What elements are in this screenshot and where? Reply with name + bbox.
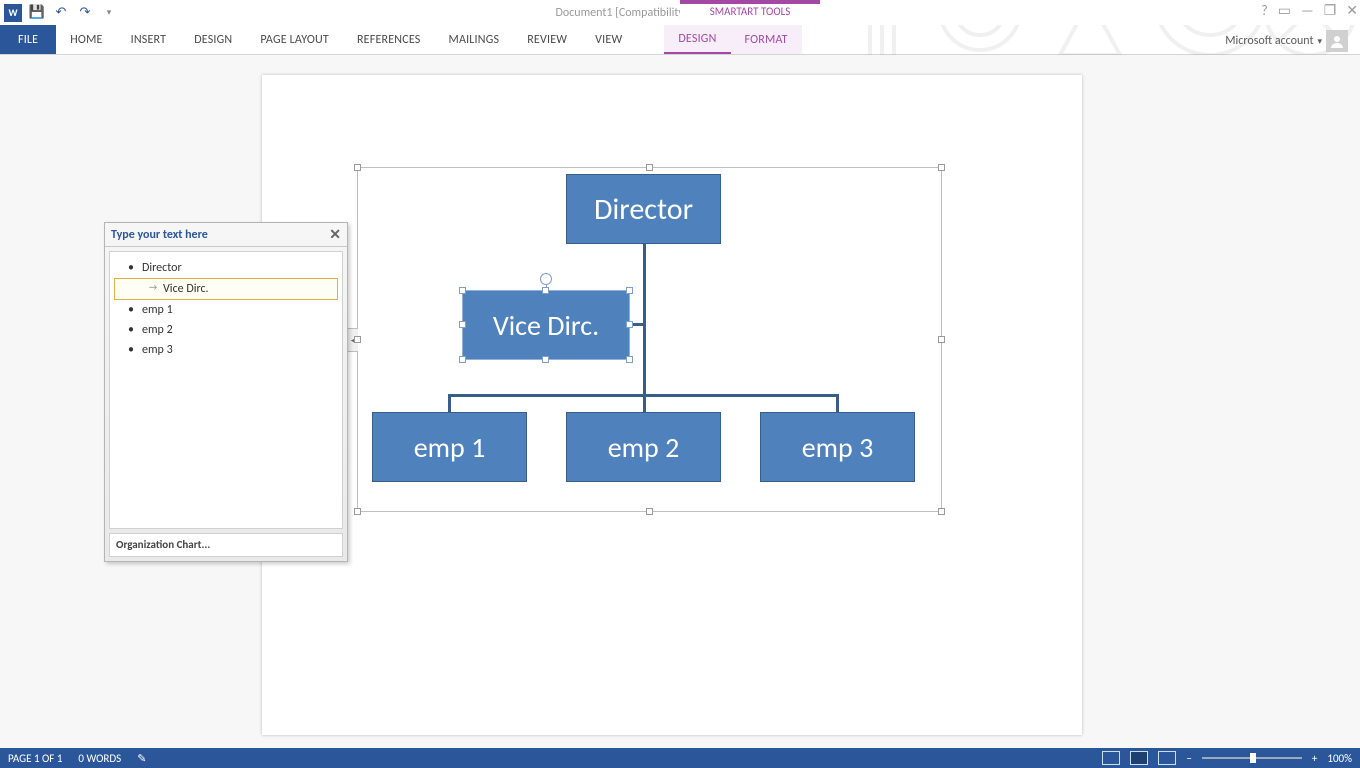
web-layout-icon[interactable] [1158,751,1176,765]
resize-handle[interactable] [459,287,466,294]
zoom-level[interactable]: 100% [1327,752,1352,765]
text-pane-item-label: Vice Dirc. [163,282,209,296]
node-label: Vice Dirc. [493,308,599,343]
status-word-count[interactable]: 0 WORDS [78,752,121,765]
word-app-icon: W [4,4,22,22]
org-node-emp2[interactable]: emp 2 [566,412,721,482]
rotate-handle[interactable] [540,273,552,285]
zoom-slider-thumb[interactable] [1250,753,1256,763]
resize-handle[interactable] [354,164,361,171]
text-pane-item-label: Director [142,261,182,275]
tab-home[interactable]: HOME [56,25,116,54]
resize-handle[interactable] [646,164,653,171]
resize-handle[interactable] [459,321,466,328]
org-node-vice-director[interactable]: Vice Dirc. [462,290,630,360]
text-pane-item[interactable]: emp 3 [114,340,338,360]
print-layout-icon[interactable] [1130,751,1148,765]
text-pane-header: Type your text here ✕ [105,223,347,247]
text-pane-item[interactable]: Director [114,258,338,278]
redo-icon[interactable]: ↷ [76,4,94,22]
resize-handle[interactable] [354,508,361,515]
zoom-in-icon[interactable]: + [1312,752,1317,765]
save-icon[interactable]: 💾 [28,4,46,22]
resize-handle[interactable] [626,321,633,328]
status-page[interactable]: PAGE 1 OF 1 [8,752,62,765]
text-pane-title: Type your text here [111,228,208,242]
minimize-icon[interactable]: — [1301,2,1314,19]
tab-file[interactable]: FILE [0,25,56,54]
tab-smartart-format[interactable]: FORMAT [731,25,802,54]
tab-review[interactable]: REVIEW [513,25,581,54]
tab-references[interactable]: REFERENCES [343,25,435,54]
text-pane-item-editing[interactable]: Vice Dirc. [114,278,338,300]
account-label: Microsoft account [1225,34,1313,48]
smartart-tools-contextual-label: SMARTART TOOLS [680,0,820,18]
smartart-text-pane[interactable]: Type your text here ✕ Director Vice Dirc… [104,222,348,562]
close-icon[interactable]: ✕ [329,226,341,243]
proofing-icon[interactable]: ✎ [137,752,146,765]
org-node-emp3[interactable]: emp 3 [760,412,915,482]
avatar-icon [1326,30,1348,52]
org-node-director[interactable]: Director [566,174,721,244]
text-pane-layout-name[interactable]: Organization Chart... [109,533,343,557]
tab-insert[interactable]: INSERT [117,25,181,54]
ribbon-tabs: FILE HOME INSERT DESIGN PAGE LAYOUT REFE… [0,25,1360,55]
resize-handle[interactable] [542,356,549,363]
resize-handle[interactable] [938,164,945,171]
resize-handle[interactable] [646,508,653,515]
text-pane-body[interactable]: Director Vice Dirc. emp 1 emp 2 emp 3 [109,251,343,529]
text-pane-item-label: emp 3 [142,343,173,357]
tab-view[interactable]: VIEW [581,25,636,54]
connector-line [643,244,646,396]
node-label: emp 2 [608,430,680,465]
resize-handle[interactable] [626,287,633,294]
resize-handle[interactable] [938,508,945,515]
undo-icon[interactable]: ↶ [52,4,70,22]
node-label: emp 3 [802,430,874,465]
resize-handle[interactable] [459,356,466,363]
read-mode-icon[interactable] [1102,751,1120,765]
resize-handle[interactable] [354,336,361,343]
account-menu[interactable]: Microsoft account ▾ [1225,30,1348,52]
zoom-out-icon[interactable]: − [1186,752,1191,765]
status-bar: PAGE 1 OF 1 0 WORDS ✎ − + 100% [0,748,1360,768]
tab-mailings[interactable]: MAILINGS [434,25,513,54]
tab-design[interactable]: DESIGN [180,25,246,54]
zoom-slider[interactable] [1202,757,1302,759]
smartart-canvas[interactable]: ◂ Director Vice Dirc. [357,167,942,512]
text-pane-item[interactable]: emp 1 [114,300,338,320]
connector-line [448,394,451,414]
quick-access-toolbar: W 💾 ↶ ↷ ▾ [0,4,118,22]
help-icon[interactable]: ? [1261,2,1268,19]
resize-handle[interactable] [938,336,945,343]
title-bar: W 💾 ↶ ↷ ▾ Document1 [Compatibility Mode]… [0,0,1360,25]
resize-handle[interactable] [542,287,549,294]
connector-line [836,394,839,414]
node-label: emp 1 [414,430,486,465]
close-icon[interactable]: ✕ [1346,2,1358,19]
tab-smartart-design[interactable]: DESIGN [664,25,730,54]
connector-line [643,394,646,414]
qat-customize-icon[interactable]: ▾ [100,4,118,22]
text-pane-item-label: emp 1 [142,303,173,317]
node-label: Director [594,191,693,228]
window-controls: ? ▭ — ❐ ✕ [1261,2,1358,19]
text-pane-item[interactable]: emp 2 [114,320,338,340]
ribbon-display-options-icon[interactable]: ▭ [1278,2,1291,19]
document-area: ◂ Director Vice Dirc. [0,55,1360,748]
text-pane-item-label: emp 2 [142,323,173,337]
page[interactable]: ◂ Director Vice Dirc. [262,75,1082,735]
restore-icon[interactable]: ❐ [1324,2,1337,19]
tab-page-layout[interactable]: PAGE LAYOUT [246,25,343,54]
org-node-emp1[interactable]: emp 1 [372,412,527,482]
chevron-down-icon: ▾ [1317,36,1322,47]
resize-handle[interactable] [626,356,633,363]
